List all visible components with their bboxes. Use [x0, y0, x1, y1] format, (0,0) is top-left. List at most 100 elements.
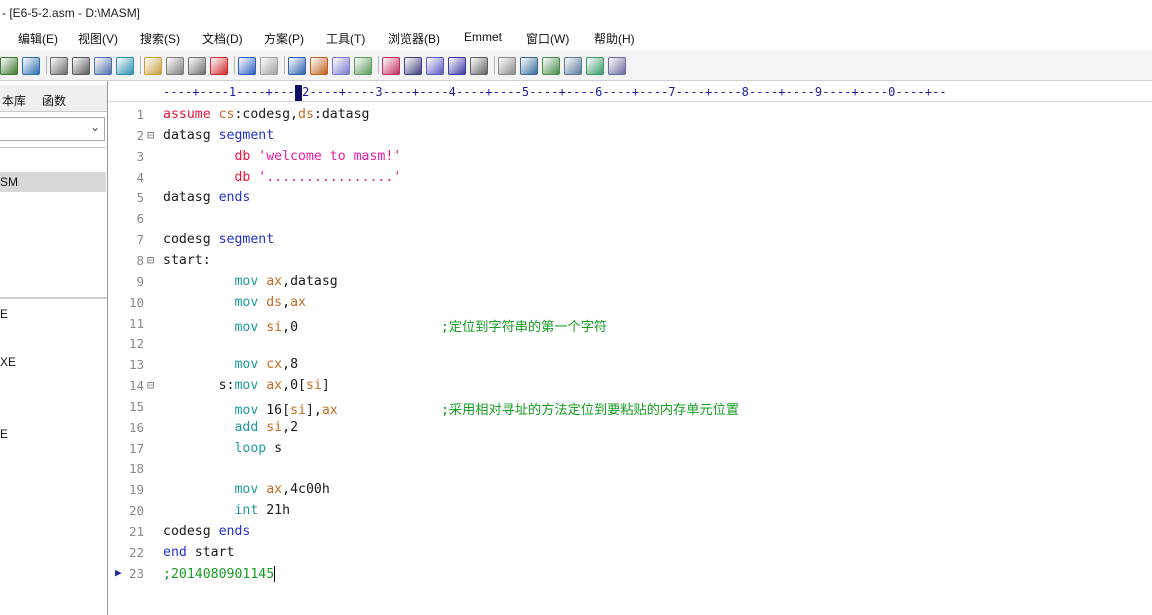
line-text: loop s: [234, 440, 283, 456]
code-line[interactable]: 14 ⊟ s:mov ax,0[si]: [108, 376, 1152, 396]
find-icon[interactable]: [288, 57, 306, 75]
columns-icon[interactable]: [470, 57, 488, 75]
settings-icon[interactable]: [498, 57, 516, 75]
window2-icon[interactable]: [542, 57, 560, 75]
toolbar: [0, 50, 1152, 81]
word-wrap-icon[interactable]: [426, 57, 444, 75]
print-icon[interactable]: [72, 57, 90, 75]
toolbar-separator: [140, 56, 141, 74]
sidebar-tabs: 本库 函数: [0, 85, 107, 112]
toolbar-separator: [234, 56, 235, 74]
menu-item[interactable]: 编辑(E): [18, 30, 58, 47]
file-item[interactable]: E: [0, 427, 8, 441]
code-line[interactable]: 8 ⊟ start:: [108, 251, 1152, 271]
line-number: 16: [128, 419, 144, 435]
replace-icon[interactable]: [310, 57, 328, 75]
line-text: codesg ends: [163, 524, 251, 539]
spell-check-icon[interactable]: [94, 57, 112, 75]
code-line[interactable]: 3 db 'welcome to masm!': [108, 147, 1152, 167]
ruler-caret: [295, 85, 302, 101]
code-line[interactable]: 16 add si,2: [108, 418, 1152, 438]
code-line[interactable]: 20 int 21h: [108, 501, 1152, 521]
menu-item[interactable]: 浏览器(B): [388, 30, 440, 47]
menu-item[interactable]: Emmet: [464, 30, 502, 44]
tab-functions[interactable]: 函数: [42, 92, 66, 109]
ruler-marks: ----+----1----+----2----+----3----+----4…: [163, 85, 947, 99]
code-line[interactable]: 9 mov ax,datasg: [108, 272, 1152, 292]
tab-library[interactable]: 本库: [2, 92, 26, 109]
code-line[interactable]: 17 loop s: [108, 439, 1152, 459]
toolbar-separator: [494, 56, 495, 74]
line-text: codesg segment: [163, 232, 275, 248]
code-line[interactable]: 21 codesg ends: [108, 522, 1152, 542]
list-icon[interactable]: [448, 57, 466, 75]
line-text: db '................': [234, 169, 402, 185]
line-number: 11: [128, 315, 144, 331]
save-all-icon[interactable]: [22, 57, 40, 75]
sync-icon[interactable]: [116, 57, 134, 75]
code-line[interactable]: 10 mov ds,ax: [108, 293, 1152, 313]
fold-toggle-icon[interactable]: ⊟: [147, 378, 154, 392]
pane-splitter[interactable]: [0, 297, 107, 299]
line-number: 15: [128, 398, 144, 414]
undo-icon[interactable]: [238, 57, 256, 75]
font-icon[interactable]: [382, 57, 400, 75]
window3-icon[interactable]: [564, 57, 582, 75]
code-line[interactable]: 6: [108, 209, 1152, 229]
line-text: int 21h: [234, 503, 291, 519]
toolbar-separator: [284, 56, 285, 74]
menu-item[interactable]: 帮助(H): [594, 30, 635, 47]
line-text: start:: [163, 252, 211, 268]
menu-item[interactable]: 文档(D): [202, 30, 243, 47]
code-line[interactable]: 7 codesg segment: [108, 230, 1152, 250]
code-line[interactable]: 13 mov cx,8: [108, 355, 1152, 375]
line-number: 9: [136, 273, 144, 289]
hex-icon[interactable]: [404, 57, 422, 75]
menu-item[interactable]: 窗口(W): [526, 30, 569, 47]
line-text: mov ds,ax: [234, 294, 306, 310]
paste-icon[interactable]: [188, 57, 206, 75]
code-line[interactable]: 22 end start: [108, 543, 1152, 563]
code-line[interactable]: 2 ⊟ datasg segment: [108, 126, 1152, 146]
code-line[interactable]: 5 datasg ends: [108, 188, 1152, 208]
line-number: 2: [136, 127, 144, 143]
menu-item[interactable]: 方案(P): [264, 30, 304, 47]
cut-icon[interactable]: [144, 57, 162, 75]
code-line[interactable]: 18: [108, 459, 1152, 479]
code-line[interactable]: 15 mov 16[si],ax ;采用相对寻址的方法定位到要粘贴的内存单元位置: [108, 397, 1152, 418]
line-number: 8: [136, 252, 144, 268]
file-item[interactable]: E: [0, 307, 8, 321]
help-icon[interactable]: [608, 57, 626, 75]
code-editor[interactable]: ----+----1----+----2----+----3----+----4…: [108, 81, 1152, 615]
line-number: 12: [128, 336, 144, 352]
save-icon[interactable]: [0, 57, 18, 75]
window4-icon[interactable]: [586, 57, 604, 75]
code-line[interactable]: 11 mov si,0 ;定位到字符串的第一个字符: [108, 314, 1152, 335]
folder-dropdown[interactable]: ⌄: [0, 117, 105, 141]
code-line[interactable]: 1 assume cs:codesg,ds:datasg: [108, 105, 1152, 125]
goto-icon[interactable]: [354, 57, 372, 75]
line-number: 10: [128, 294, 144, 310]
menu-item[interactable]: 视图(V): [78, 30, 118, 47]
code-line[interactable]: ▶ 23 ;2014080901145: [108, 564, 1152, 584]
copy-icon[interactable]: [166, 57, 184, 75]
window-icon[interactable]: [520, 57, 538, 75]
line-number: 3: [136, 148, 144, 164]
code-line[interactable]: 4 db '................': [108, 168, 1152, 188]
code-line[interactable]: 19 mov ax,4c00h: [108, 480, 1152, 500]
find-in-files-icon[interactable]: [332, 57, 350, 75]
print-preview-icon[interactable]: [50, 57, 68, 75]
fold-toggle-icon[interactable]: ⊟: [147, 253, 154, 267]
line-text: add si,2: [234, 419, 299, 435]
line-text: datasg ends: [163, 190, 251, 206]
line-text: mov cx,8: [234, 357, 299, 373]
menu-item[interactable]: 搜索(S): [140, 30, 180, 47]
line-number: 7: [136, 232, 144, 248]
line-text: mov ax,datasg: [234, 273, 338, 289]
redo-icon[interactable]: [260, 57, 278, 75]
menu-item[interactable]: 工具(T): [326, 30, 365, 47]
fold-toggle-icon[interactable]: ⊟: [147, 128, 154, 142]
delete-icon[interactable]: [210, 57, 228, 75]
file-item[interactable]: XE: [0, 355, 16, 369]
code-line[interactable]: 12: [108, 334, 1152, 354]
